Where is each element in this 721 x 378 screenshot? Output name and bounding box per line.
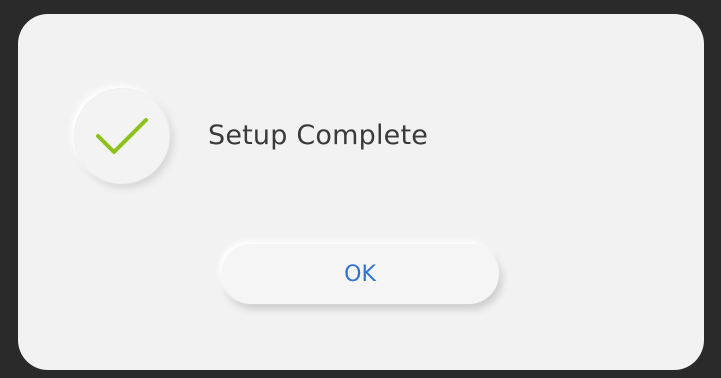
screen: Setup Complete OK — [0, 0, 721, 378]
checkmark-icon — [96, 118, 148, 154]
dialog-title: Setup Complete — [208, 120, 429, 151]
check-badge — [74, 88, 170, 184]
ok-button[interactable]: OK — [221, 244, 499, 304]
setup-complete-dialog: Setup Complete OK — [18, 14, 704, 370]
ok-button-label: OK — [344, 261, 376, 287]
